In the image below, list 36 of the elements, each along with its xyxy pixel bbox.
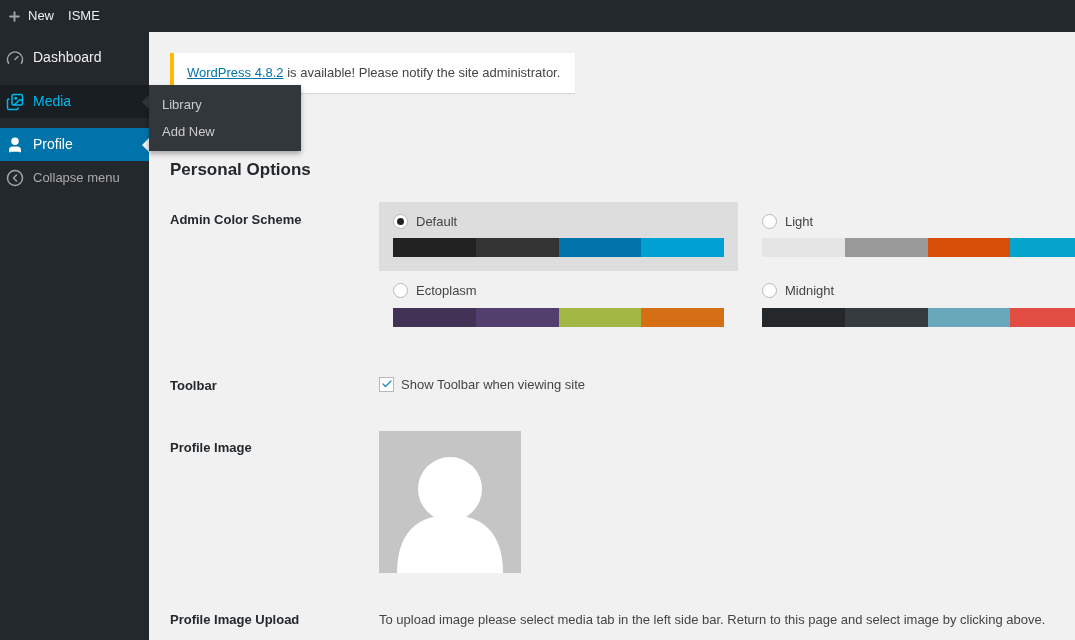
collapse-menu-button[interactable]: Collapse menu bbox=[0, 161, 149, 195]
field-label: Toolbar bbox=[170, 376, 218, 395]
color-scheme-option[interactable]: Light bbox=[748, 201, 1075, 271]
update-link[interactable]: WordPress 4.8.2 bbox=[187, 65, 284, 81]
field-label: Admin Color Scheme bbox=[170, 210, 303, 229]
field-label: Profile Image bbox=[170, 439, 253, 457]
media-icon bbox=[6, 92, 24, 111]
scheme-name: Light bbox=[785, 212, 814, 231]
upload-instructions: To upload image please select media tab in the left side bar. Return to this page and select image by clicking above. bbox=[379, 611, 1046, 629]
submenu-item[interactable]: Library bbox=[149, 91, 301, 118]
user-icon bbox=[6, 135, 24, 154]
color-scheme-option[interactable]: Midnight bbox=[748, 271, 1075, 341]
sidebar-item[interactable]: Dashboard bbox=[0, 41, 149, 74]
new-button[interactable]: New bbox=[7, 6, 54, 26]
section-heading: Personal Options bbox=[170, 159, 312, 181]
color-scheme-option[interactable]: Default bbox=[379, 201, 738, 271]
radio-button[interactable] bbox=[393, 283, 408, 299]
collapse-icon bbox=[6, 169, 24, 187]
site-link[interactable]: ISME bbox=[68, 6, 100, 26]
radio-button[interactable] bbox=[762, 213, 777, 229]
checkbox-label: Show Toolbar when viewing site bbox=[401, 375, 586, 394]
notice-text: WordPress 4.8.2 is available! Please notify the site administrator. bbox=[187, 64, 561, 83]
radio-button[interactable] bbox=[762, 283, 777, 299]
field-label: Profile Image Upload bbox=[170, 611, 301, 629]
checkbox[interactable] bbox=[379, 376, 394, 392]
radio-button[interactable] bbox=[393, 213, 408, 229]
pointer-arrow bbox=[142, 138, 149, 152]
submenu-item[interactable]: Add New bbox=[149, 118, 301, 145]
color-scheme-option[interactable]: Ectoplasm bbox=[379, 271, 738, 341]
sidebar-item[interactable]: Media bbox=[0, 85, 149, 118]
gauge-icon bbox=[6, 48, 24, 67]
scheme-name: Midnight bbox=[785, 282, 835, 300]
sidebar-item[interactable]: Profile bbox=[0, 128, 149, 161]
scheme-name: Default bbox=[416, 212, 458, 231]
plus-icon bbox=[7, 8, 22, 24]
scheme-name: Ectoplasm bbox=[416, 282, 477, 300]
